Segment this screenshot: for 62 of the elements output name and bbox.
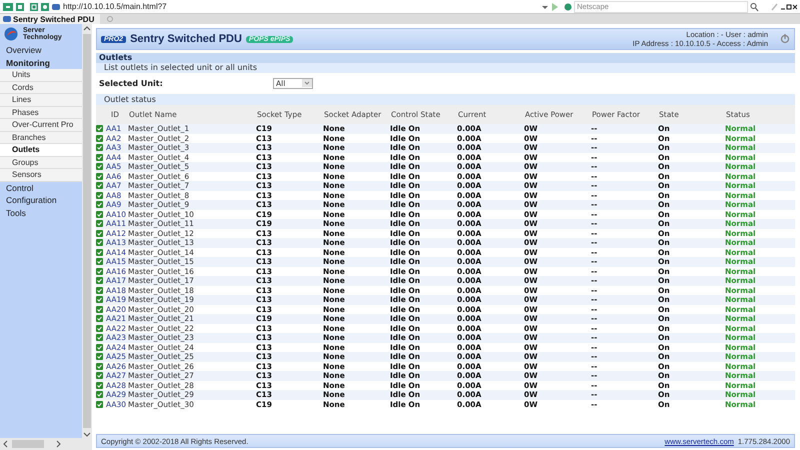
checkbox[interactable]	[96, 315, 103, 322]
browser-tab[interactable]: Sentry Switched PDU	[0, 14, 100, 24]
checkbox[interactable]	[96, 210, 103, 218]
checkbox[interactable]	[96, 258, 103, 266]
sidebar-subitem[interactable]: Outlets	[0, 144, 82, 156]
sidebar-subitem[interactable]: Cords	[0, 82, 82, 94]
dropdown-icon	[302, 79, 312, 87]
checkbox[interactable]	[96, 248, 103, 256]
sidebar-subitem[interactable]: Groups	[0, 156, 82, 169]
sidebar-subitem[interactable]: Lines	[0, 94, 82, 106]
checkbox[interactable]	[96, 382, 103, 389]
checkbox[interactable]	[96, 201, 103, 208]
sidebar-subitem[interactable]: Branches	[0, 132, 82, 144]
checkbox[interactable]	[96, 134, 103, 142]
checkbox[interactable]	[96, 296, 103, 304]
sidebar-item[interactable]: Overview	[0, 44, 82, 56]
sidebar-subitem[interactable]: Sensors	[0, 169, 82, 182]
checkbox[interactable]	[96, 353, 103, 360]
checkbox[interactable]	[96, 306, 103, 313]
checkbox[interactable]	[96, 154, 103, 161]
checkbox[interactable]	[96, 172, 103, 180]
logo-icon	[4, 27, 18, 41]
checkbox[interactable]	[96, 362, 103, 370]
checkbox[interactable]	[96, 144, 103, 152]
scroll-down-icon[interactable]	[83, 430, 91, 438]
checkbox[interactable]	[96, 344, 103, 351]
checkbox[interactable]	[96, 324, 103, 332]
sidebar-subitem[interactable]: Phases	[0, 106, 82, 119]
sidebar-item[interactable]: Configuration	[0, 194, 82, 206]
checkbox[interactable]	[96, 286, 103, 294]
window-controls-icon[interactable]	[781, 2, 797, 12]
site-icon	[52, 2, 60, 12]
checkbox[interactable]	[96, 220, 103, 228]
checkbox[interactable]	[96, 334, 103, 342]
scroll-up-icon[interactable]	[83, 24, 91, 32]
sidebar-group[interactable]: Monitoring	[0, 56, 82, 69]
sidebar-item[interactable]: Control	[0, 182, 82, 194]
checkbox[interactable]	[96, 391, 103, 398]
page-title: Sentry Switched PDU	[130, 33, 242, 45]
scroll-right-icon[interactable]	[54, 440, 62, 448]
sidebar-subitem[interactable]: Over-Current Pro	[0, 119, 82, 132]
table-title: Outlet status	[104, 95, 156, 104]
checkbox[interactable]	[96, 277, 103, 284]
checkbox[interactable]	[96, 182, 103, 190]
field-label: Selected Unit:	[99, 78, 164, 88]
logout-icon[interactable]	[780, 33, 790, 45]
checkbox[interactable]	[96, 239, 103, 246]
sidebar-subitem[interactable]: Units	[0, 69, 82, 82]
sidebar-item[interactable]: Tools	[0, 206, 82, 219]
checkbox[interactable]	[96, 268, 103, 275]
checkbox[interactable]	[96, 230, 103, 237]
site-icon	[3, 14, 11, 24]
section-title: Outlets	[99, 53, 132, 62]
search-icon[interactable]	[750, 2, 759, 12]
checkbox[interactable]	[96, 125, 103, 132]
scroll-left-icon[interactable]	[2, 440, 10, 448]
globe-icon	[564, 2, 572, 12]
checkbox[interactable]	[96, 372, 103, 380]
checkbox[interactable]	[96, 192, 103, 199]
checkbox[interactable]	[96, 400, 103, 408]
checkbox[interactable]	[96, 163, 103, 170]
section-description: List outlets in selected unit or all units	[104, 63, 258, 72]
